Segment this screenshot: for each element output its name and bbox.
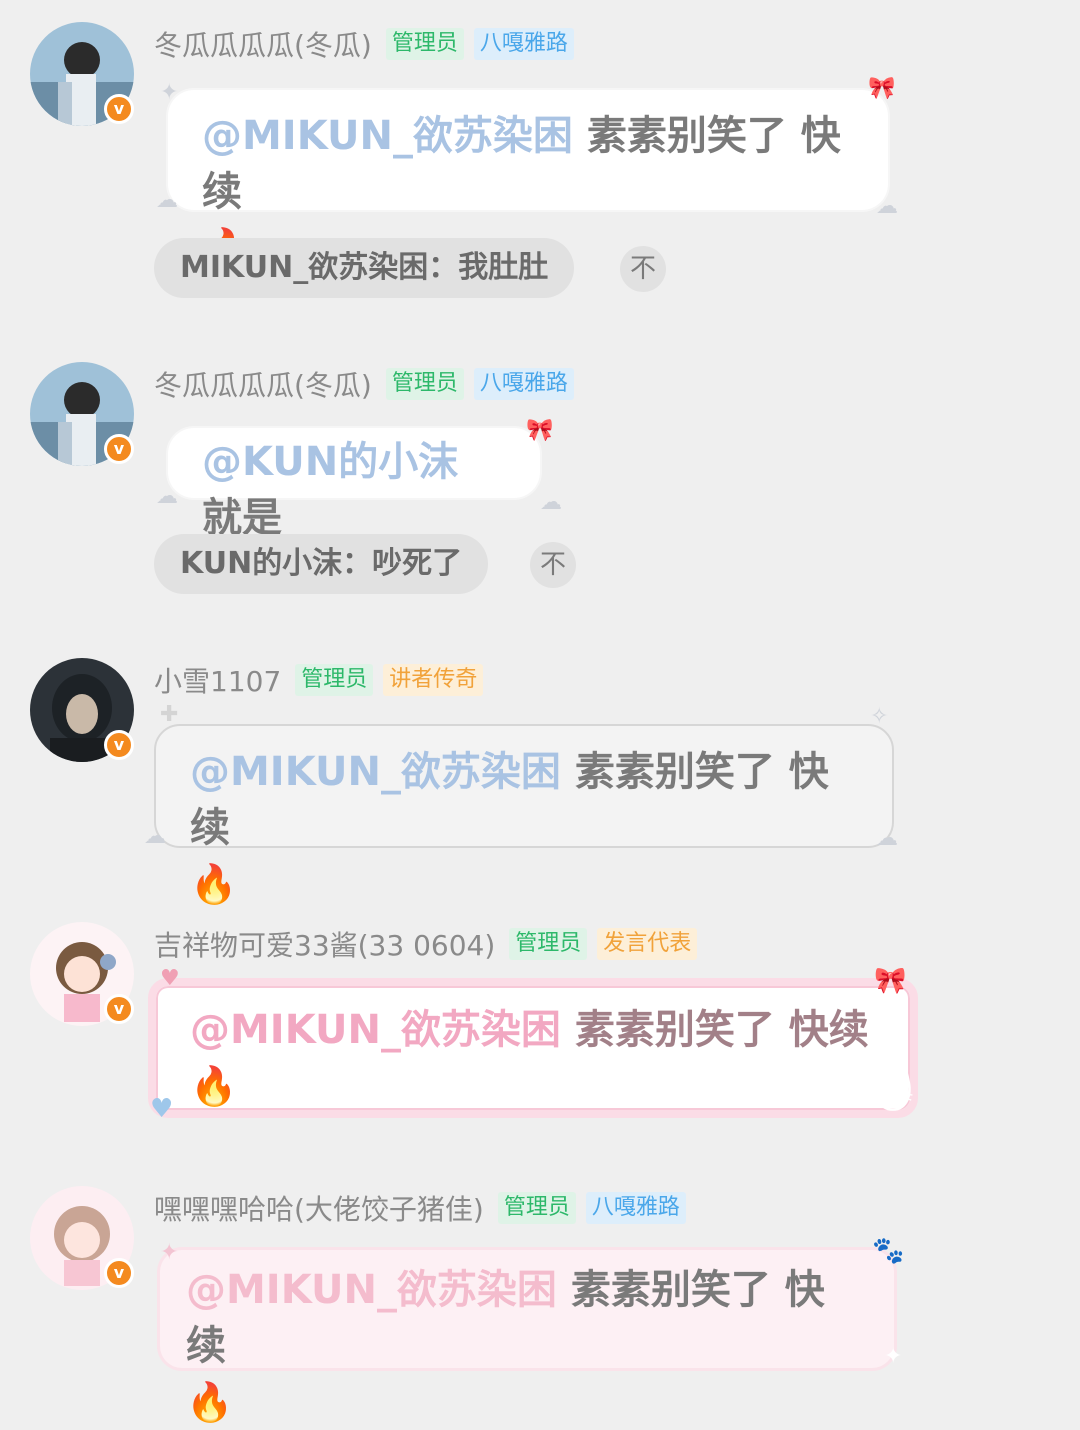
- avatar[interactable]: v: [30, 22, 134, 126]
- fire-emoji: 🔥: [190, 1064, 238, 1108]
- username[interactable]: 冬瓜瓜瓜瓜(冬瓜): [154, 364, 372, 404]
- heart-icon: ♥: [150, 1094, 174, 1124]
- message-header: 冬瓜瓜瓜瓜(冬瓜) 管理员 八嘎雅路: [154, 24, 584, 64]
- fire-emoji: 🔥: [190, 862, 238, 906]
- heart-icon: ♥: [160, 966, 180, 991]
- verified-badge-icon: v: [104, 730, 134, 760]
- message-bubble[interactable]: @MIKUN_欲苏染困 素素别笑了 快续 🔥: [168, 90, 888, 270]
- verified-badge-icon: v: [104, 434, 134, 464]
- paw-icon: 🐾: [872, 1236, 905, 1266]
- message-text: 素素别笑了 快续: [574, 1007, 869, 1053]
- verified-badge-icon: v: [104, 1258, 134, 1288]
- message-header: 嘿嘿嘿哈哈(大佬饺子猪佳) 管理员 八嘎雅路: [154, 1188, 696, 1228]
- wing-icon: ☁: [156, 188, 178, 213]
- avatar[interactable]: v: [30, 362, 134, 466]
- title-tag: 八嘎雅路: [473, 368, 574, 400]
- wing-icon: ☁: [876, 826, 898, 851]
- bow-icon: 🎀: [874, 966, 907, 996]
- avatar[interactable]: v: [30, 1186, 134, 1290]
- sparkle-icon: ✦: [884, 1344, 903, 1369]
- title-tag: 讲者传奇: [383, 664, 484, 696]
- role-tag: 管理员: [295, 664, 374, 696]
- bow-icon: 🎀: [526, 418, 554, 443]
- role-tag: 管理员: [385, 28, 464, 60]
- bow-icon: 🎀: [868, 76, 896, 101]
- message-bubble[interactable]: @KUN的小沫 就是: [168, 428, 540, 541]
- mention[interactable]: @MIKUN_欲苏染困: [190, 749, 561, 795]
- title-tag: 发言代表: [597, 928, 698, 960]
- verified-badge-icon: v: [104, 94, 134, 124]
- username[interactable]: 嘿嘿嘿哈哈(大佬饺子猪佳): [154, 1188, 484, 1228]
- role-tag: 管理员: [385, 368, 464, 400]
- sparkle-icon: ✦: [160, 80, 179, 105]
- avatar[interactable]: v: [30, 658, 134, 762]
- mention[interactable]: @MIKUN_欲苏染困: [190, 1007, 561, 1053]
- mention[interactable]: @MIKUN_欲苏染困: [186, 1267, 557, 1313]
- username[interactable]: 吉祥物可爱33酱(33 0604): [154, 924, 495, 964]
- message-bubble[interactable]: @MIKUN_欲苏染困 素素别笑了 快续 🔥: [154, 724, 894, 906]
- mention[interactable]: @KUN的小沫: [202, 439, 458, 485]
- title-tag: 八嘎雅路: [473, 28, 574, 60]
- fire-emoji: 🔥: [186, 1380, 234, 1424]
- message-bubble[interactable]: @MIKUN_欲苏染困 素素别笑了 快续 🔥: [160, 1250, 894, 1424]
- username[interactable]: 冬瓜瓜瓜瓜(冬瓜): [154, 24, 372, 64]
- sparkle-icon: ✚: [160, 702, 179, 727]
- verified-badge-icon: v: [104, 994, 134, 1024]
- wing-icon: ☁: [540, 490, 562, 515]
- role-tag: 管理员: [497, 1192, 576, 1224]
- role-tag: 管理员: [509, 928, 588, 960]
- wing-icon: ☁: [144, 824, 166, 849]
- title-tag: 八嘎雅路: [585, 1192, 686, 1224]
- username[interactable]: 小雪1107: [154, 660, 281, 700]
- wing-icon: ☁: [876, 194, 898, 219]
- pin-top-icon[interactable]: 不: [620, 246, 666, 292]
- kitty-icon: 🐱: [872, 1072, 914, 1118]
- quoted-reply[interactable]: MIKUN_欲苏染困：我肚肚: [154, 238, 575, 298]
- avatar[interactable]: v: [30, 922, 134, 1026]
- sparkle-icon: ✦: [160, 1240, 179, 1265]
- mention[interactable]: @MIKUN_欲苏染困: [202, 113, 573, 159]
- pin-top-icon[interactable]: 不: [530, 542, 576, 588]
- quoted-reply[interactable]: KUN的小沫：吵死了: [154, 534, 489, 594]
- wing-icon: ☁: [156, 484, 178, 509]
- message-bubble[interactable]: @MIKUN_欲苏染困 素素别笑了 快续 🔥: [148, 978, 918, 1118]
- message-header: 小雪1107 管理员 讲者传奇: [154, 660, 493, 700]
- message-header: 冬瓜瓜瓜瓜(冬瓜) 管理员 八嘎雅路: [154, 364, 584, 404]
- message-header: 吉祥物可爱33酱(33 0604) 管理员 发言代表: [154, 924, 707, 964]
- sparkle-icon: ✧: [870, 704, 889, 729]
